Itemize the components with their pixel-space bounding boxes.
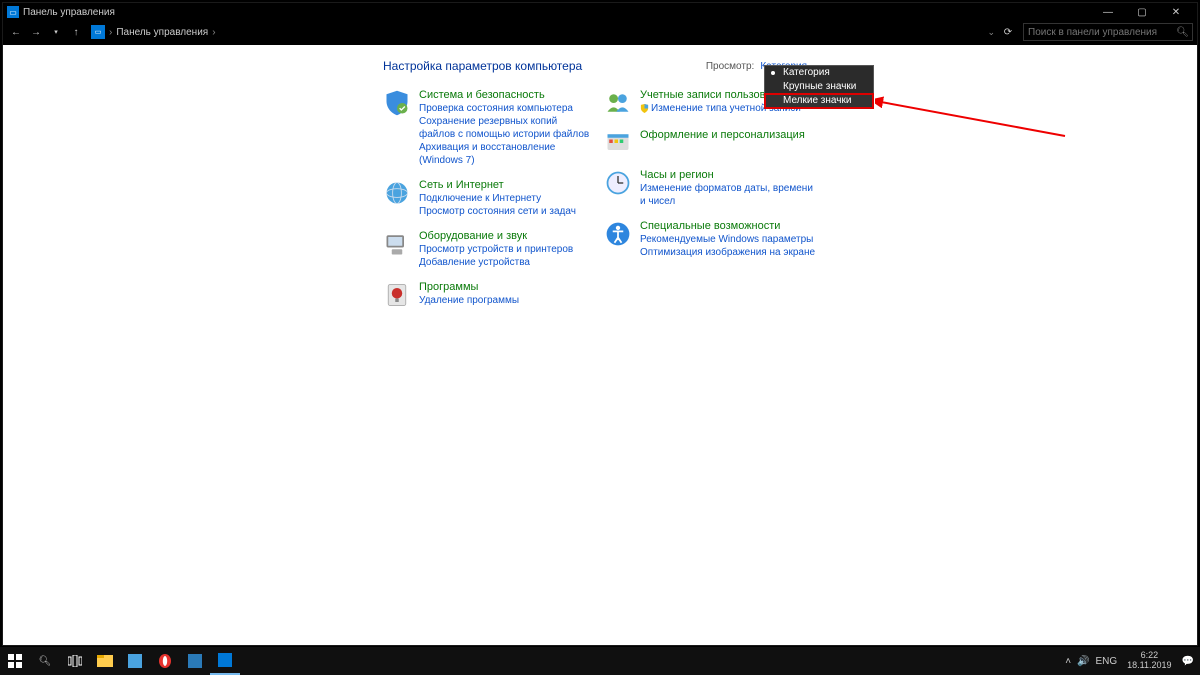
category-title[interactable]: Специальные возможности	[640, 220, 815, 232]
breadcrumb-separator: ›	[109, 27, 112, 38]
category-item: ПрограммыУдаление программы	[383, 281, 596, 309]
app-taskbar-2[interactable]	[180, 647, 210, 675]
category-item: Часы и регионИзменение форматов даты, вр…	[604, 169, 817, 208]
view-dropdown: КатегорияКрупные значкиМелкие значки	[764, 65, 874, 109]
category-link[interactable]: Просмотр устройств и принтеров	[419, 243, 573, 256]
security-icon	[383, 89, 411, 117]
control-panel-icon: ▭	[7, 6, 19, 18]
category-link[interactable]: Архивация и восстановление (Windows 7)	[419, 141, 596, 167]
page-title: Настройка параметров компьютера	[383, 59, 582, 73]
category-title[interactable]: Часы и регион	[640, 169, 817, 181]
start-button[interactable]	[0, 647, 30, 675]
view-option[interactable]: Мелкие значки	[765, 94, 873, 108]
forward-button[interactable]: →	[27, 23, 45, 41]
category-title[interactable]: Программы	[419, 281, 519, 293]
navbar: ← → ▾ ↑ ▭ › Панель управления › ⌄ ⟳ 🔍︎	[3, 21, 1197, 43]
users-icon	[604, 89, 632, 117]
access-icon	[604, 220, 632, 248]
category-link[interactable]: Добавление устройства	[419, 256, 573, 269]
category-link[interactable]: Проверка состояния компьютера	[419, 102, 596, 115]
category-link[interactable]: Подключение к Интернету	[419, 192, 576, 205]
view-label: Просмотр:	[706, 61, 754, 72]
refresh-button[interactable]: ⟳	[999, 23, 1017, 41]
search-icon: 🔍︎	[1176, 27, 1189, 38]
programs-icon	[383, 281, 411, 309]
category-link[interactable]: Удаление программы	[419, 294, 519, 307]
address-dropdown[interactable]: ⌄	[987, 27, 995, 38]
opera-taskbar[interactable]	[150, 647, 180, 675]
category-columns: Система и безопасностьПроверка состояния…	[383, 89, 817, 321]
control-panel-icon: ▭	[91, 25, 105, 39]
window-title: Панель управления	[23, 7, 115, 18]
address-bar[interactable]: ▭ › Панель управления ›	[91, 25, 216, 39]
control-panel-window: ▭ Панель управления — ▢ ✕ ← → ▾ ↑ ▭ › Па…	[2, 2, 1198, 646]
appearance-icon	[604, 129, 632, 157]
search-box[interactable]: 🔍︎	[1023, 23, 1193, 41]
hardware-icon	[383, 230, 411, 258]
notifications-icon[interactable]: 💬	[1182, 656, 1194, 667]
category-title[interactable]: Оборудование и звук	[419, 230, 573, 242]
app-taskbar-1[interactable]	[120, 647, 150, 675]
category-title[interactable]: Оформление и персонализация	[640, 129, 805, 141]
category-link[interactable]: Просмотр состояния сети и задач	[419, 205, 576, 218]
category-link[interactable]: Сохранение резервных копий файлов с помо…	[419, 115, 596, 141]
volume-icon[interactable]: 🔊	[1077, 656, 1089, 667]
minimize-button[interactable]: —	[1091, 3, 1125, 21]
close-button[interactable]: ✕	[1159, 3, 1193, 21]
category-item: Сеть и ИнтернетПодключение к ИнтернетуПр…	[383, 179, 596, 218]
up-button[interactable]: ↑	[67, 23, 85, 41]
category-link[interactable]: Оптимизация изображения на экране	[640, 246, 815, 259]
file-explorer-taskbar[interactable]	[90, 647, 120, 675]
category-item: Специальные возможностиРекомендуемые Win…	[604, 220, 817, 259]
taskbar: 🔍︎ ˄ 🔊 ENG 6:22 18.11.2019 💬	[0, 647, 1200, 675]
category-link[interactable]: Рекомендуемые Windows параметры	[640, 233, 815, 246]
recent-dropdown[interactable]: ▾	[47, 23, 65, 41]
view-option[interactable]: Категория	[765, 66, 873, 80]
tray-overflow[interactable]: ˄	[1065, 656, 1071, 667]
breadcrumb-root[interactable]: Панель управления	[116, 27, 208, 38]
content-area: Настройка параметров компьютера Просмотр…	[3, 45, 1197, 645]
category-title[interactable]: Сеть и Интернет	[419, 179, 576, 191]
back-button[interactable]: ←	[7, 23, 25, 41]
category-item: Оборудование и звукПросмотр устройств и …	[383, 230, 596, 269]
titlebar: ▭ Панель управления — ▢ ✕	[3, 3, 1197, 21]
control-panel-taskbar[interactable]	[210, 647, 240, 675]
maximize-button[interactable]: ▢	[1125, 3, 1159, 21]
clock[interactable]: 6:22 18.11.2019	[1123, 651, 1175, 671]
search-input[interactable]	[1028, 27, 1174, 38]
network-icon	[383, 179, 411, 207]
category-item: Оформление и персонализация	[604, 129, 817, 157]
search-button[interactable]: 🔍︎	[30, 647, 60, 675]
view-option[interactable]: Крупные значки	[765, 80, 873, 94]
category-item: Система и безопасностьПроверка состояния…	[383, 89, 596, 167]
taskview-button[interactable]	[60, 647, 90, 675]
system-tray: ˄ 🔊 ENG 6:22 18.11.2019 💬	[1059, 651, 1200, 671]
category-link[interactable]: Изменение форматов даты, времени и чисел	[640, 182, 817, 208]
category-title[interactable]: Система и безопасность	[419, 89, 596, 101]
language-indicator[interactable]: ENG	[1095, 656, 1117, 667]
breadcrumb-separator: ›	[212, 27, 215, 38]
clock-icon	[604, 169, 632, 197]
